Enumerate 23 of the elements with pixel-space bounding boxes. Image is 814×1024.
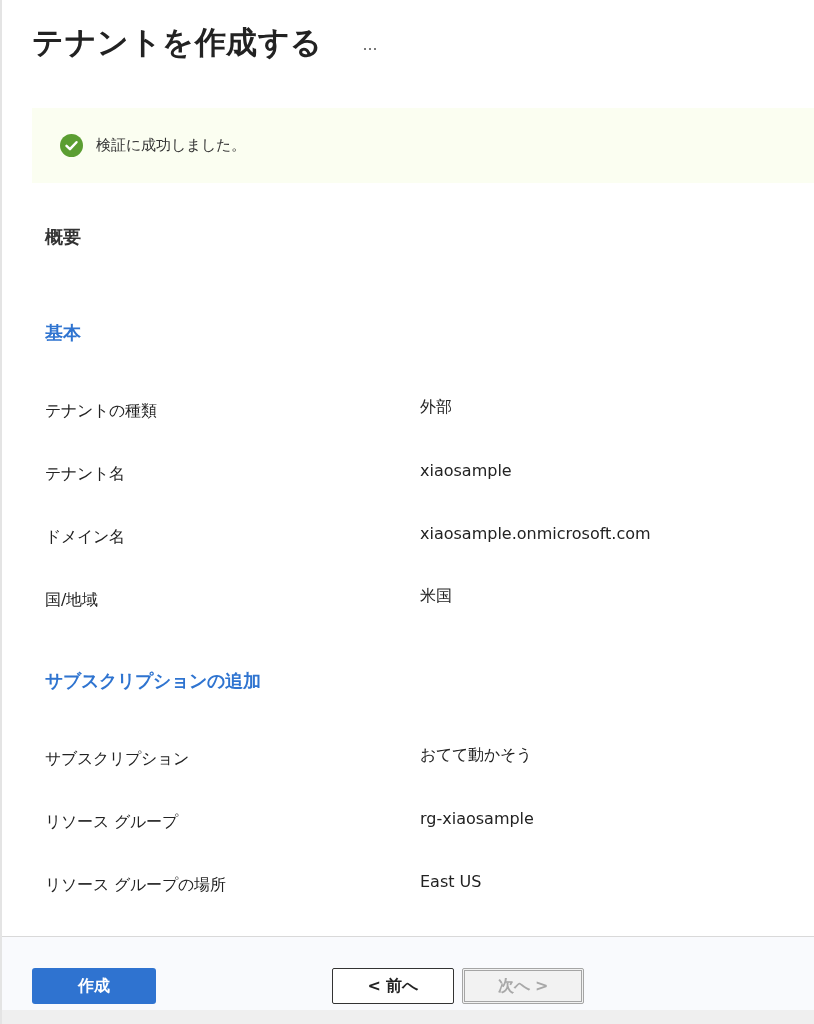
- field-label: テナントの種類: [45, 401, 157, 422]
- previous-button[interactable]: < 前へ: [332, 968, 454, 1004]
- field-value: 米国: [420, 586, 452, 607]
- check-circle-icon: [60, 134, 83, 157]
- field-value: 外部: [420, 397, 452, 418]
- page-title: テナントを作成する: [32, 23, 323, 62]
- section-heading: 基本: [45, 321, 81, 345]
- field-value: East US: [420, 872, 482, 891]
- create-button[interactable]: 作成: [32, 968, 156, 1004]
- field-label: 国/地域: [45, 590, 99, 611]
- field-label: テナント名: [45, 464, 125, 485]
- field-label: リソース グループの場所: [45, 875, 227, 896]
- field-label: サブスクリプション: [45, 749, 189, 770]
- field-value: rg-xiaosample: [420, 809, 534, 828]
- section-heading: サブスクリプションの追加: [45, 669, 261, 693]
- summary-heading: 概要: [45, 225, 81, 249]
- field-label: ドメイン名: [45, 527, 125, 548]
- field-value: xiaosample: [420, 461, 512, 480]
- more-button[interactable]: …: [358, 35, 382, 55]
- field-label: リソース グループ: [45, 812, 179, 833]
- validation-message: 検証に成功しました。: [96, 136, 246, 155]
- field-value: おてて動かそう: [420, 745, 532, 766]
- field-value: xiaosample.onmicrosoft.com: [420, 524, 651, 543]
